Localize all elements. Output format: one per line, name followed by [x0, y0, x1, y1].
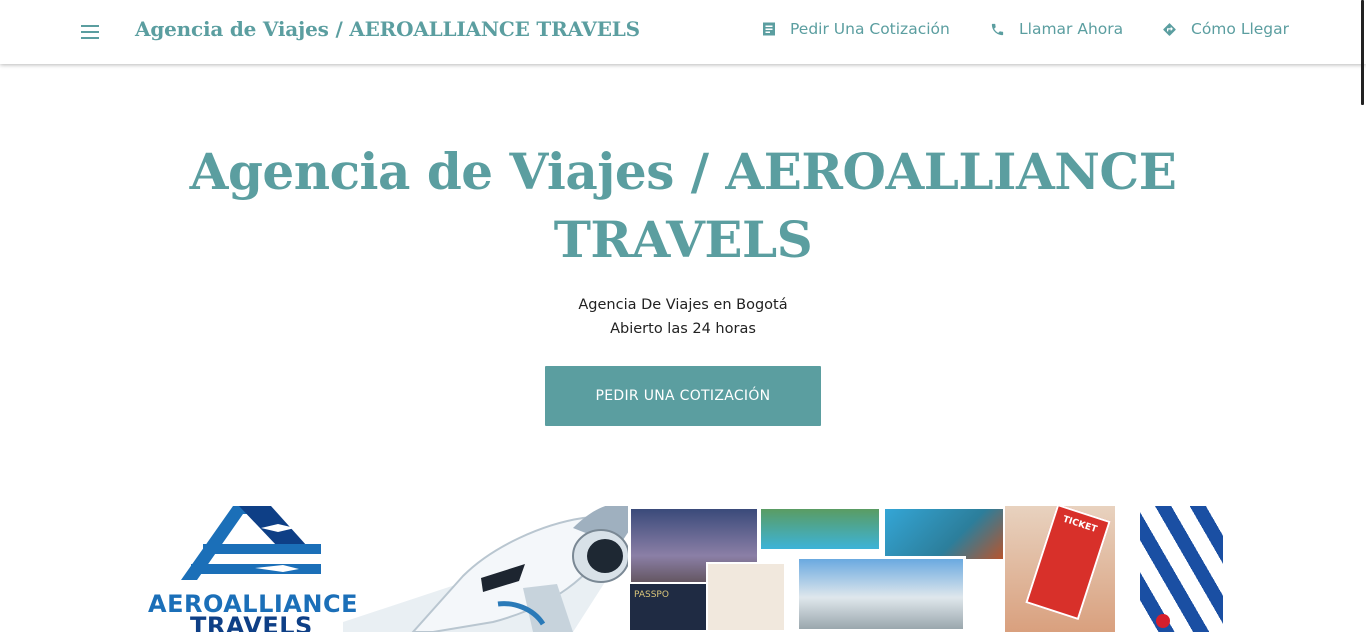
logo-text-line2: TRAVELS — [190, 612, 313, 632]
hero-banner-image: AEROALLIANCE TRAVELS PASSPO TICKET — [143, 506, 1223, 632]
decorative-dots — [1156, 614, 1170, 628]
nav-call-now[interactable]: Llamar Ahora — [990, 20, 1123, 38]
site-title[interactable]: Agencia de Viajes / AEROALLIANCE TRAVELS — [135, 17, 640, 41]
directions-icon — [1163, 22, 1176, 36]
passport-photo: PASSPO — [628, 582, 708, 632]
nav-directions-label: Cómo Llegar — [1191, 20, 1290, 38]
business-category: Agencia De Viajes en Bogotá — [578, 297, 788, 313]
logo-graphic — [181, 506, 321, 580]
nav-directions[interactable]: Cómo Llegar — [1162, 20, 1289, 38]
nav-request-quote[interactable]: Pedir Una Cotización — [762, 20, 950, 38]
request-quote-button[interactable]: PEDIR UNA COTIZACIÓN — [545, 366, 821, 426]
document-icon — [763, 22, 775, 36]
airplane-image — [343, 506, 643, 632]
ticket-text: TICKET — [1061, 514, 1099, 536]
passport-text: PASSPO — [634, 590, 669, 600]
lagoon-photo — [882, 506, 1006, 562]
flag-stripes — [1140, 506, 1223, 632]
phone-icon — [991, 23, 1004, 35]
visa-stamps-photo — [706, 562, 786, 632]
business-hours: Abierto las 24 horas — [610, 321, 756, 337]
menu-icon[interactable] — [78, 20, 102, 44]
top-app-bar: Agencia de Viajes / AEROALLIANCE TRAVELS… — [0, 0, 1366, 64]
resort-pool-photo — [758, 506, 882, 552]
nav-request-quote-label: Pedir Una Cotización — [790, 20, 950, 38]
collage-image: PASSPO TICKET — [620, 506, 1223, 632]
scrollbar-thumb[interactable] — [1361, 0, 1364, 105]
hotel-photo — [796, 556, 966, 632]
nav-call-now-label: Llamar Ahora — [1019, 20, 1124, 38]
page-title: Agencia de Viajes / AEROALLIANCE TRAVELS — [189, 142, 1177, 269]
